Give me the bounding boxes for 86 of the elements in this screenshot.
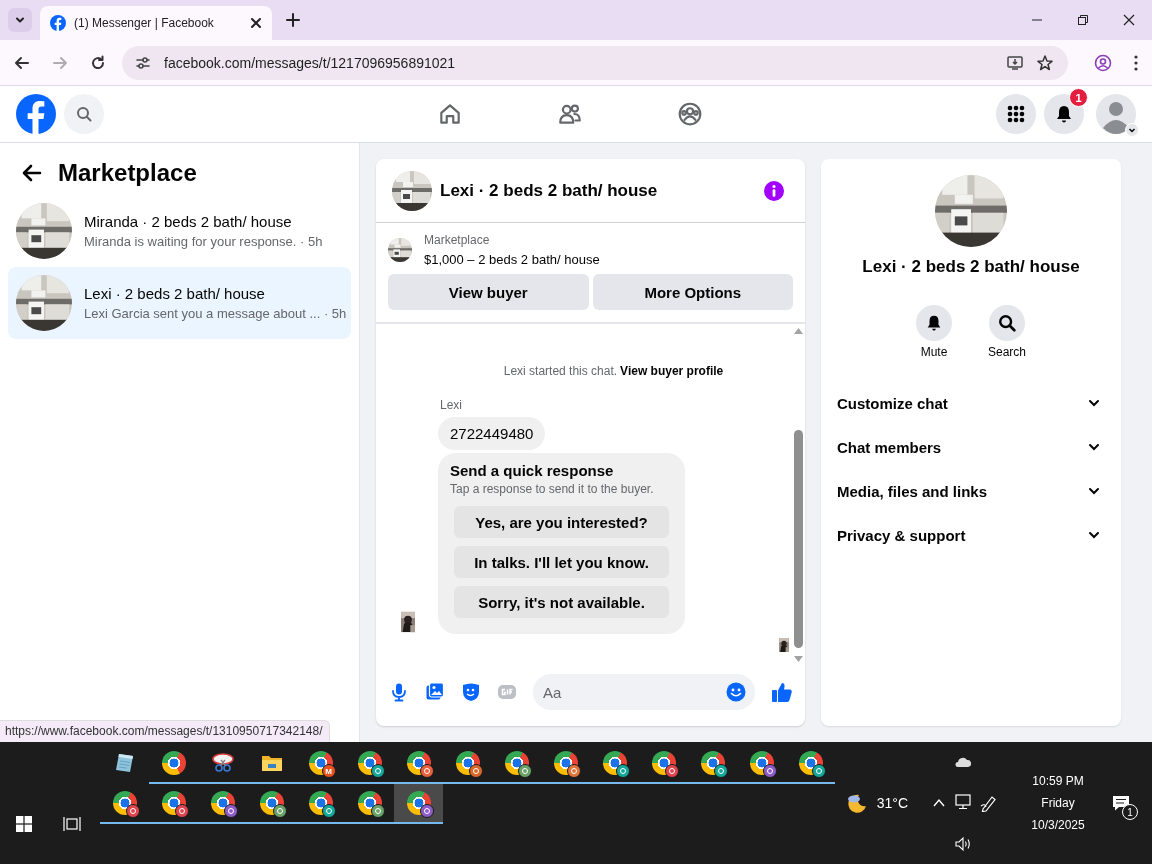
conversation-item[interactable]: Miranda · 2 beds 2 bath/ house Miranda is waiting for your response. · 5h <box>8 195 351 267</box>
mute-button[interactable] <box>916 305 952 341</box>
emoji-icon[interactable] <box>726 682 746 702</box>
network-icon[interactable] <box>954 794 972 810</box>
close-icon[interactable] <box>1123 14 1135 26</box>
bell-icon <box>925 314 943 332</box>
star-icon[interactable] <box>1036 53 1054 72</box>
reload-icon[interactable] <box>90 54 106 71</box>
microphone-icon[interactable] <box>389 682 409 702</box>
notification-center-button[interactable] <box>1112 794 1130 812</box>
quick-reply-button[interactable]: In talks. I'll let you know. <box>454 546 669 578</box>
new-tab-icon[interactable] <box>286 13 300 27</box>
quick-reply-button[interactable]: Sorry, it's not available. <box>454 586 669 618</box>
scroll-thumb[interactable] <box>793 430 803 648</box>
action-button[interactable]: View buyer <box>388 274 589 310</box>
action-button[interactable]: More Options <box>592 274 793 310</box>
chrome-icon <box>161 751 186 775</box>
windows-icon <box>16 816 32 832</box>
clock-time: 10:59 PM <box>1032 774 1084 788</box>
profile-badge: M <box>321 764 336 778</box>
card-subtitle: Tap a response to send it to the buyer. <box>450 482 655 496</box>
section-header[interactable]: Media, files and links <box>837 469 1105 513</box>
home-icon[interactable] <box>437 101 463 127</box>
conversation-name: Miranda · 2 beds 2 bath/ house <box>84 213 293 230</box>
notification-count: 1 <box>1069 88 1088 107</box>
conversation-name: Lexi · 2 beds 2 bath/ house <box>84 285 266 302</box>
chat-title: Lexi · 2 beds 2 bath/ house <box>861 257 1081 277</box>
cloud-icon[interactable] <box>954 756 972 768</box>
menu-icon[interactable] <box>1134 54 1138 71</box>
search-icon <box>998 314 1016 332</box>
system-message: Lexi started this chat. <box>503 364 618 378</box>
close-icon[interactable] <box>250 17 262 29</box>
conversation-item[interactable]: Lexi · 2 beds 2 bath/ house Lexi Garcia sent you a message about ... · 5h <box>8 267 351 339</box>
image-icon[interactable] <box>425 682 445 702</box>
notifications-button[interactable] <box>1044 94 1084 134</box>
pen-icon[interactable] <box>980 794 998 812</box>
section-header[interactable]: Customize chat <box>837 381 1105 425</box>
sender-name: Lexi <box>440 398 463 412</box>
install-icon[interactable] <box>1006 53 1024 72</box>
search-button[interactable] <box>989 305 1025 341</box>
restore-icon[interactable] <box>1077 14 1089 26</box>
message-icon <box>1112 794 1130 812</box>
page-title: Marketplace <box>58 159 197 187</box>
grid-icon <box>1007 105 1025 123</box>
address-bar[interactable]: facebook.com/messages/t/1217096956891021 <box>122 45 1068 80</box>
task-view-icon <box>63 816 81 832</box>
status-url: https://www.facebook.com/messages/t/1310950717342148/ <box>0 720 330 742</box>
sticker-icon[interactable] <box>461 682 481 702</box>
chat-title: Lexi · 2 beds 2 bath/ house <box>440 180 658 201</box>
tab-title: (1) Messenger | Facebook <box>74 16 215 30</box>
message-field[interactable]: Aa <box>533 674 755 710</box>
scissors-icon <box>210 751 235 775</box>
facebook-logo-icon[interactable] <box>16 94 56 134</box>
groups-icon[interactable] <box>677 101 703 127</box>
profile-icon[interactable] <box>1094 53 1112 72</box>
section-header[interactable]: Chat members <box>837 425 1105 469</box>
search-icon <box>76 106 92 122</box>
card-title: Send a quick response <box>450 462 615 479</box>
like-icon[interactable] <box>771 681 793 703</box>
listing-label: Marketplace <box>424 233 491 247</box>
facebook-icon <box>50 15 66 31</box>
taskbar-app-button[interactable] <box>394 784 443 824</box>
quick-reply-button[interactable]: Yes, are you interested? <box>454 506 669 538</box>
back-icon[interactable] <box>14 54 30 71</box>
caret-icon[interactable] <box>1125 123 1139 137</box>
url-text: facebook.com/messages/t/1217096956891021 <box>164 54 456 71</box>
menu-button[interactable] <box>996 94 1036 134</box>
listing-title: $1,000 – 2 beds 2 bath/ house <box>424 252 600 267</box>
section-header[interactable]: Privacy & support <box>837 513 1105 557</box>
weather-widget[interactable]: 31°C <box>844 791 926 815</box>
clock-day: Friday <box>1041 796 1075 810</box>
speaker-icon[interactable] <box>954 836 972 852</box>
action-label: Mute <box>920 345 948 359</box>
bell-icon <box>1054 104 1074 124</box>
message-preview: Miranda is waiting for your response. · 5h <box>84 234 323 249</box>
browser-tab[interactable]: (1) Messenger | Facebook <box>40 6 272 40</box>
clock[interactable]: 10:59 PM Friday 10/3/2025 <box>1014 742 1102 864</box>
message-bubble: 2722449480 <box>438 417 546 450</box>
action-label: Search <box>988 345 1026 359</box>
notification-count: 1 <box>1122 804 1138 820</box>
tab-search-button[interactable] <box>8 8 32 32</box>
clock-date: 10/3/2025 <box>1031 818 1085 832</box>
info-icon[interactable] <box>763 179 785 202</box>
view-profile-link[interactable]: View buyer profile <box>620 364 724 378</box>
back-arrow-icon[interactable] <box>22 164 42 182</box>
taskbar-app-button[interactable]: M <box>296 744 345 784</box>
